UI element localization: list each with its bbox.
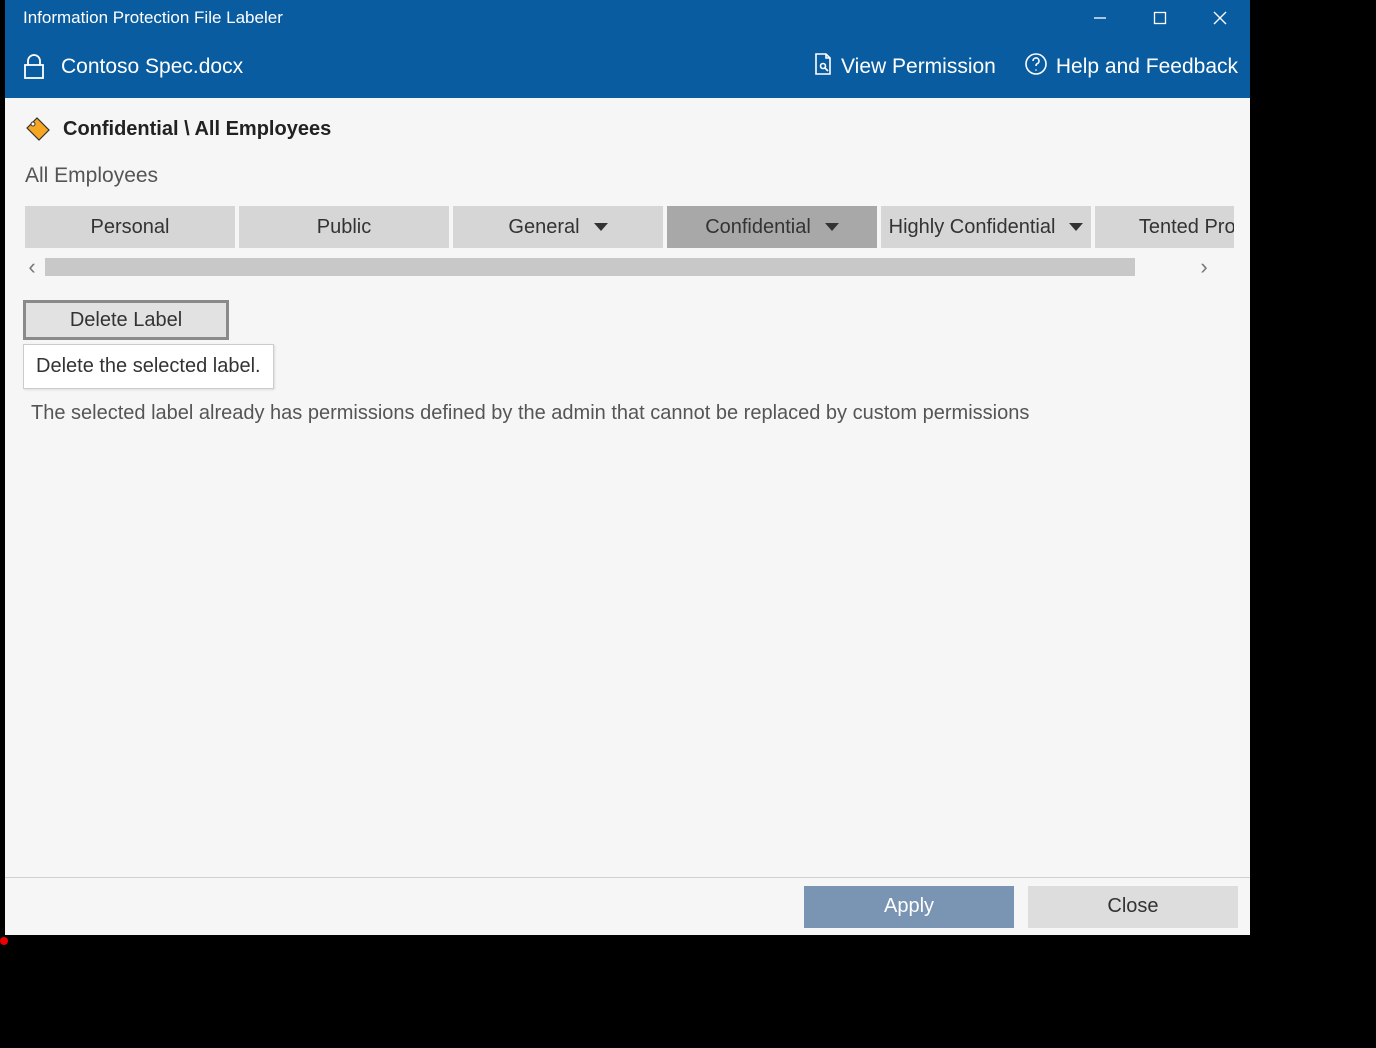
label-scrollbar[interactable]: ‹ ›	[25, 254, 1234, 280]
label-option-public[interactable]: Public	[239, 206, 449, 248]
close-window-button[interactable]	[1190, 0, 1250, 36]
label-option-text: Highly Confidential	[889, 216, 1056, 239]
delete-tooltip: Delete the selected label.	[23, 344, 274, 389]
label-option-personal[interactable]: Personal	[25, 206, 235, 248]
scroll-left-arrow[interactable]: ‹	[25, 254, 39, 280]
view-permission-text: View Permission	[841, 55, 996, 79]
help-feedback-text: Help and Feedback	[1056, 55, 1238, 79]
delete-section: Delete Label Delete the selected label.	[23, 300, 233, 340]
document-permission-icon	[813, 52, 833, 82]
view-permission-link[interactable]: View Permission	[813, 52, 996, 82]
close-button[interactable]: Close	[1028, 886, 1238, 928]
scroll-right-arrow[interactable]: ›	[1197, 254, 1211, 280]
lock-icon	[23, 54, 45, 80]
label-option-highly-confidential[interactable]: Highly Confidential	[881, 206, 1091, 248]
apply-button[interactable]: Apply	[804, 886, 1014, 928]
admin-permissions-note: The selected label already has permissio…	[31, 402, 1234, 425]
recording-indicator-icon	[0, 937, 8, 945]
scroll-track[interactable]	[45, 258, 1135, 276]
content-area: Confidential \ All Employees All Employe…	[5, 98, 1250, 877]
current-label-heading: Confidential \ All Employees	[25, 116, 1234, 142]
label-option-text: Tented Projec	[1139, 216, 1234, 239]
footer: Apply Close	[5, 877, 1250, 935]
label-option-confidential[interactable]: Confidential	[667, 206, 877, 248]
file-header: Contoso Spec.docx View Permission Help a…	[5, 36, 1250, 98]
delete-label-button[interactable]: Delete Label	[23, 300, 229, 340]
tag-icon	[25, 116, 51, 142]
help-icon	[1024, 52, 1048, 82]
label-option-text: Public	[317, 216, 371, 239]
help-feedback-link[interactable]: Help and Feedback	[1024, 52, 1238, 82]
chevron-down-icon	[825, 223, 839, 231]
label-bar: Personal Public General Confidential Highly …	[25, 206, 1234, 248]
app-window: Information Protection File Labeler Cont…	[5, 0, 1250, 935]
filename-label: Contoso Spec.docx	[61, 55, 785, 79]
titlebar: Information Protection File Labeler	[5, 0, 1250, 36]
label-option-tented-projec[interactable]: Tented Projec	[1095, 206, 1234, 248]
label-path-text: Confidential \ All Employees	[63, 118, 331, 141]
maximize-button[interactable]	[1130, 0, 1190, 36]
sublabel-text: All Employees	[25, 164, 1234, 188]
chevron-down-icon	[594, 223, 608, 231]
label-option-text: Confidential	[705, 216, 811, 239]
minimize-button[interactable]	[1070, 0, 1130, 36]
chevron-down-icon	[1069, 223, 1083, 231]
label-option-general[interactable]: General	[453, 206, 663, 248]
window-title: Information Protection File Labeler	[23, 8, 1070, 28]
window-controls	[1070, 0, 1250, 36]
label-option-text: Personal	[91, 216, 170, 239]
label-option-text: General	[508, 216, 579, 239]
